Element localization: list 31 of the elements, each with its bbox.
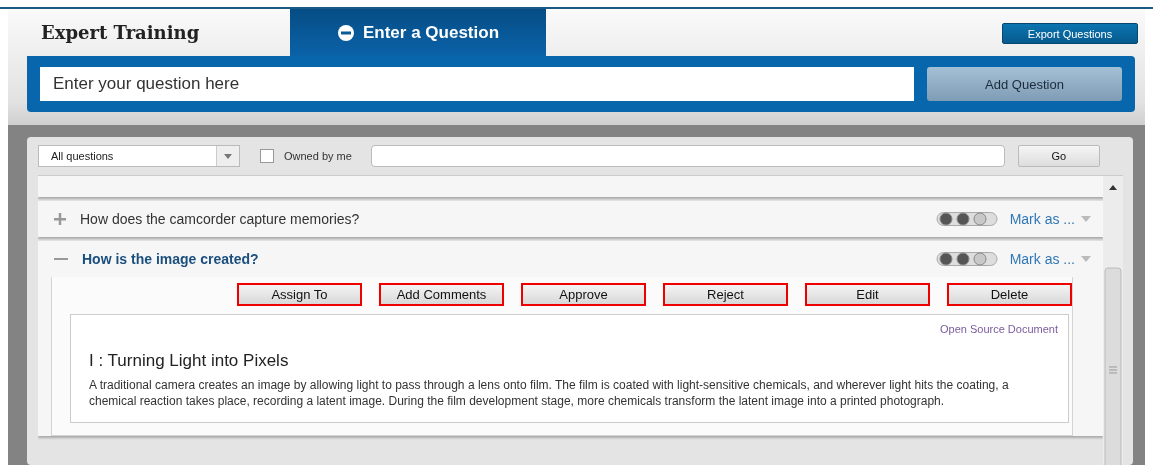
minus-circle-icon (337, 23, 355, 42)
action-button[interactable]: Assign To (237, 283, 362, 306)
tab[interactable]: Enter a Question (290, 9, 546, 56)
action-button[interactable]: Reject (663, 283, 788, 306)
export-questions-button[interactable]: Export Questions (1002, 23, 1138, 44)
mark-as-menu[interactable]: Mark as ... (1009, 211, 1075, 227)
question-header[interactable]: How does the camcorder capture memories? Mark as ... (38, 201, 1103, 237)
question-header[interactable]: How is the image created? Mark as ... (38, 241, 1103, 277)
go-button[interactable]: Go (1017, 145, 1100, 167)
action-button[interactable]: Edit (805, 283, 930, 306)
action-button[interactable]: Delete (947, 283, 1072, 306)
search-field[interactable] (370, 145, 1005, 167)
caret-icon[interactable] (224, 153, 232, 159)
open-document-link[interactable]: Open Source Document (940, 323, 1058, 335)
caret-icon[interactable] (1081, 216, 1091, 222)
action-button[interactable]: Add Comments (379, 283, 504, 306)
caret-icon[interactable] (1081, 256, 1091, 262)
owned-checkbox[interactable] (260, 149, 274, 163)
action-button[interactable]: Approve (521, 283, 646, 306)
question-input-field[interactable]: Enter your question here (40, 67, 914, 101)
plus-icon[interactable] (54, 213, 66, 225)
question-title[interactable]: How is the image created? (82, 251, 936, 267)
mark-as-menu[interactable]: Mark as ... (1009, 251, 1075, 267)
questions-dropdown[interactable]: All questions (38, 145, 240, 167)
document-text: A traditional camera creates an image by allowing light to pass through a lens onto film. The film is coated with light-sensitive chemicals, and wherever light hits the coating, a chemical reaction takes place, recording a latent image. During the film development stage, more chemicals transform the latent image into a printed photograph. (89, 377, 1010, 409)
question-row[interactable] (38, 176, 1103, 197)
document-heading: I : Turning Light into Pixels (89, 351, 290, 371)
tab[interactable]: Expert Training (27, 9, 290, 56)
add-question-button[interactable]: Add Question (927, 67, 1122, 101)
checkbox-label: Owned by me (284, 150, 352, 162)
question-title[interactable]: How does the camcorder capture memories? (80, 211, 936, 227)
